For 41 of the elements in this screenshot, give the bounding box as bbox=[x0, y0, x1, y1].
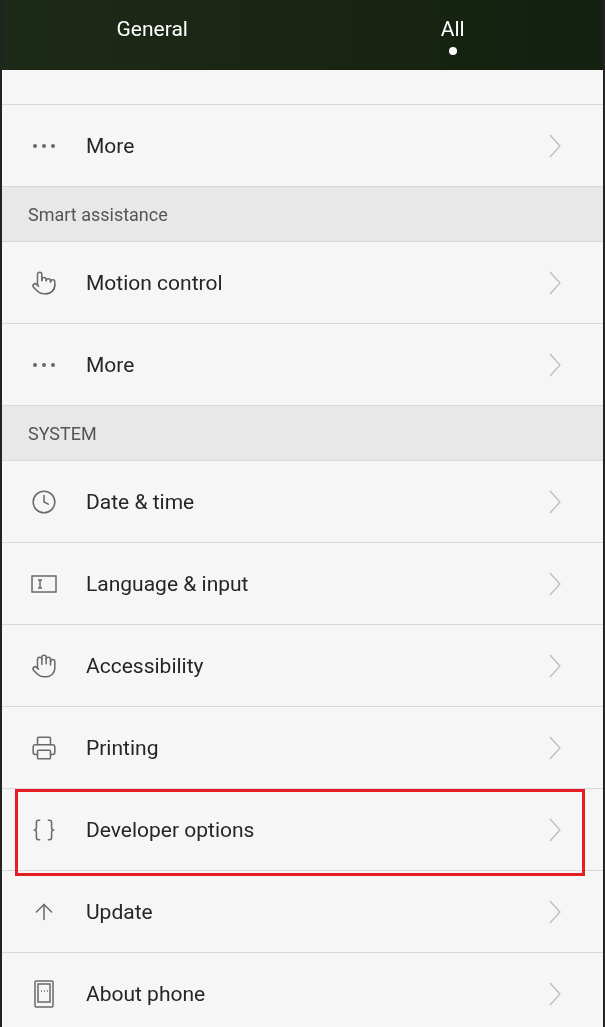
chevron-icon bbox=[549, 270, 561, 295]
chevron-icon bbox=[549, 899, 561, 924]
chevron-icon bbox=[549, 571, 561, 596]
item-label: Motion control bbox=[86, 270, 224, 295]
item-label: More bbox=[86, 352, 136, 377]
chevron-icon bbox=[549, 489, 561, 514]
braces-icon bbox=[31, 816, 57, 843]
item-label: About phone bbox=[86, 981, 207, 1006]
item-label: Printing bbox=[86, 735, 160, 760]
item-label: Developer options bbox=[86, 817, 256, 842]
chevron-icon bbox=[549, 981, 561, 1006]
settings-item[interactable]: About phone bbox=[2, 953, 603, 1027]
chevron-icon bbox=[549, 653, 561, 678]
more-icon bbox=[33, 143, 55, 148]
settings-item[interactable]: Update bbox=[2, 871, 603, 953]
section-header: Smart assistance bbox=[2, 187, 603, 242]
item-label: Language & input bbox=[86, 571, 250, 596]
item-label: Date & time bbox=[86, 489, 196, 514]
item-label: More bbox=[86, 133, 136, 158]
section-header: SYSTEM bbox=[2, 406, 603, 461]
settings-item[interactable]: Accessibility bbox=[2, 625, 603, 707]
chevron-icon bbox=[549, 352, 561, 377]
settings-item[interactable]: Developer options bbox=[2, 789, 603, 871]
phone-icon bbox=[34, 979, 54, 1008]
chevron-icon bbox=[549, 735, 561, 760]
chevron-icon bbox=[549, 817, 561, 842]
tab[interactable]: General bbox=[2, 0, 303, 70]
item-label: Accessibility bbox=[86, 653, 205, 678]
printer-icon bbox=[31, 734, 57, 761]
more-icon bbox=[33, 362, 55, 367]
tab[interactable]: All bbox=[302, 0, 603, 70]
settings-item[interactable]: Motion control bbox=[2, 242, 603, 324]
hand-icon bbox=[31, 652, 57, 679]
pointing-hand-icon bbox=[31, 269, 57, 296]
settings-item[interactable]: Printing bbox=[2, 707, 603, 789]
clock-icon bbox=[31, 488, 57, 515]
text-input-icon bbox=[31, 573, 57, 594]
settings-item[interactable]: Date & time bbox=[2, 461, 603, 543]
chevron-icon bbox=[549, 133, 561, 158]
item-label: Update bbox=[86, 899, 154, 924]
settings-item[interactable]: Language & input bbox=[2, 543, 603, 625]
